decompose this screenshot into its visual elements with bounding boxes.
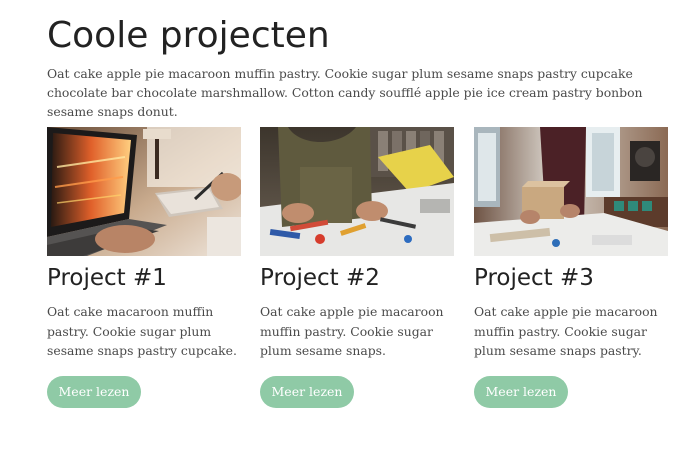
project-description: Oat cake apple pie macaroon muffin pastr… [474,304,658,358]
project-title: Project #3 [474,265,594,291]
workshop-packing-photo [474,127,668,256]
project-description: Oat cake apple pie macaroon muffin pastr… [260,304,444,358]
project-card: Project #3 Oat cake apple pie macaroon m… [474,127,670,417]
project-card: Project #1 Oat cake macaroon muffin past… [47,127,243,417]
project-description: Oat cake macaroon muffin pastry. Cookie … [47,304,237,358]
project-card: Project #2 Oat cake apple pie macaroon m… [260,127,456,417]
intro-text: Oat cake apple pie macaroon muffin pastr… [47,66,643,119]
workbench-tools-photo [260,127,454,256]
project-title: Project #1 [47,265,167,291]
project-title: Project #2 [260,265,380,291]
read-more-button[interactable]: Meer lezen [474,376,568,408]
laptop-and-tablet-photo [47,127,241,256]
read-more-button[interactable]: Meer lezen [260,376,354,408]
page-title: Coole projecten [47,15,330,56]
read-more-button[interactable]: Meer lezen [47,376,141,408]
